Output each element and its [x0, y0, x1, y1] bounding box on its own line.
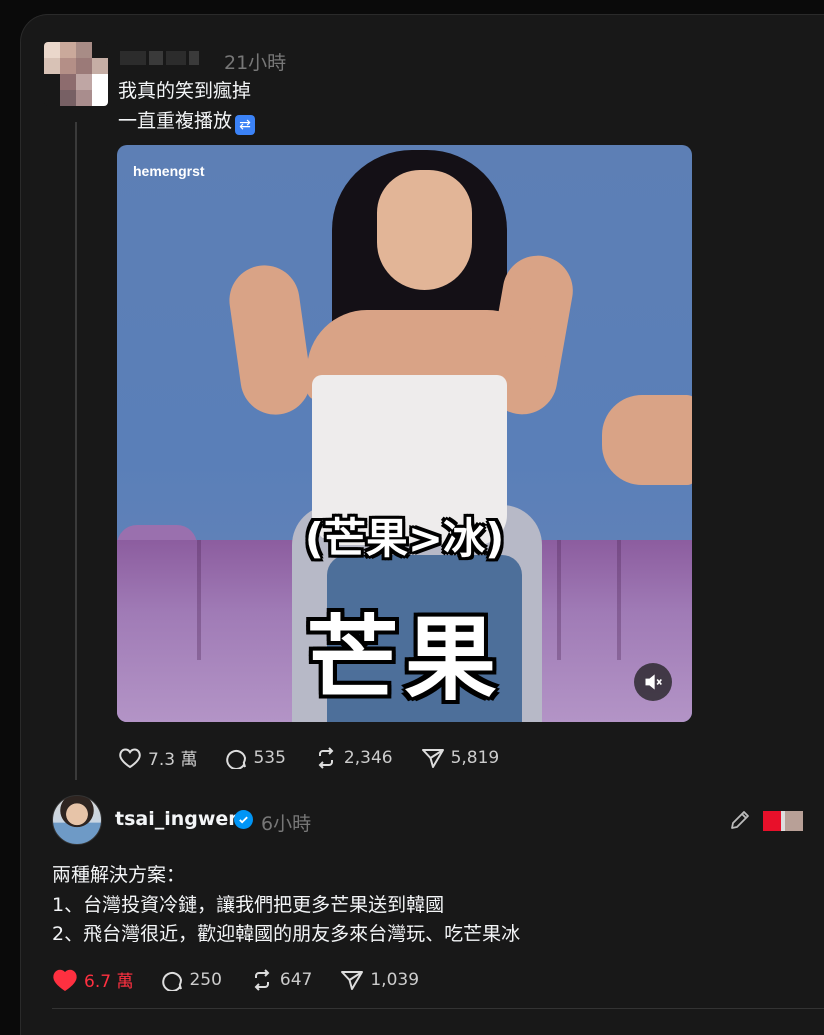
post-actions: 7.3 萬 535 2,346 5,819 — [118, 745, 527, 770]
send-paper-plane-icon — [341, 970, 364, 990]
share-count: 1,039 — [370, 969, 420, 990]
repost-button[interactable]: 647 — [250, 968, 313, 991]
share-button[interactable]: 5,819 — [421, 747, 500, 769]
share-count: 5,819 — [450, 747, 500, 768]
post-text-line-2: 一直重複播放 ⇄ — [118, 112, 256, 135]
heart-filled-icon — [53, 969, 77, 991]
repost-count: 2,346 — [343, 747, 393, 768]
pixelated-avatar[interactable] — [44, 42, 108, 106]
comment-button[interactable]: 250 — [161, 969, 222, 991]
video-player[interactable]: hemengrst (芒果>冰) 芒果 — [117, 145, 692, 722]
edit-button[interactable] — [729, 809, 751, 835]
share-button[interactable]: 1,039 — [340, 969, 419, 991]
redacted-badge — [763, 811, 803, 831]
send-paper-plane-icon — [421, 748, 444, 768]
comment-count: 535 — [253, 747, 286, 768]
like-count: 7.3 萬 — [148, 750, 198, 770]
side-person-hand — [602, 395, 692, 485]
video-subtitle-big: 芒果 — [306, 606, 503, 713]
comment-button[interactable]: 535 — [225, 747, 286, 769]
video-subject-face — [377, 170, 472, 290]
post-text-line-3: 2、飛台灣很近，歡迎韓國的朋友多來台灣玩、吃芒果冰 — [52, 923, 521, 945]
post-time[interactable]: 21小時 — [224, 48, 286, 75]
comment-bubble-icon — [162, 971, 183, 991]
mute-button[interactable] — [634, 663, 672, 701]
video-watermark: hemengrst — [133, 163, 205, 179]
like-button[interactable]: 6.7 萬 — [52, 967, 133, 992]
like-count: 6.7 萬 — [84, 972, 134, 992]
post-actions: 6.7 萬 250 647 1,039 — [52, 967, 447, 992]
post-text-line-1: 我真的笑到瘋掉 — [118, 80, 252, 102]
comment-count: 250 — [189, 969, 222, 990]
verified-badge-icon — [234, 810, 253, 829]
thread-connector-line — [75, 122, 77, 780]
repost-icon — [254, 968, 270, 991]
post-time[interactable]: 6小時 — [261, 809, 311, 836]
post-text-line-2: 1、台灣投資冷鏈，讓我們把更多芒果送到韓國 — [52, 894, 445, 916]
heart-outline-icon — [119, 747, 141, 768]
comment-bubble-icon — [226, 749, 247, 769]
video-subtitle-small: (芒果>冰) — [304, 514, 505, 563]
repost-count: 647 — [279, 969, 313, 990]
like-button[interactable]: 7.3 萬 — [118, 745, 197, 770]
repost-button[interactable]: 2,346 — [314, 746, 393, 769]
username[interactable]: tsai_ingwen — [115, 808, 242, 830]
repost-icon — [318, 746, 334, 769]
muted-speaker-icon — [645, 674, 662, 690]
pixelated-username[interactable] — [120, 48, 228, 68]
avatar[interactable] — [52, 795, 102, 845]
divider — [52, 1008, 824, 1009]
repost-arrows-icon: ⇄ — [235, 115, 256, 135]
video-subject-arm — [224, 260, 316, 420]
pencil-icon — [731, 811, 749, 829]
post-text-line-1: 兩種解決方案： — [52, 864, 186, 886]
